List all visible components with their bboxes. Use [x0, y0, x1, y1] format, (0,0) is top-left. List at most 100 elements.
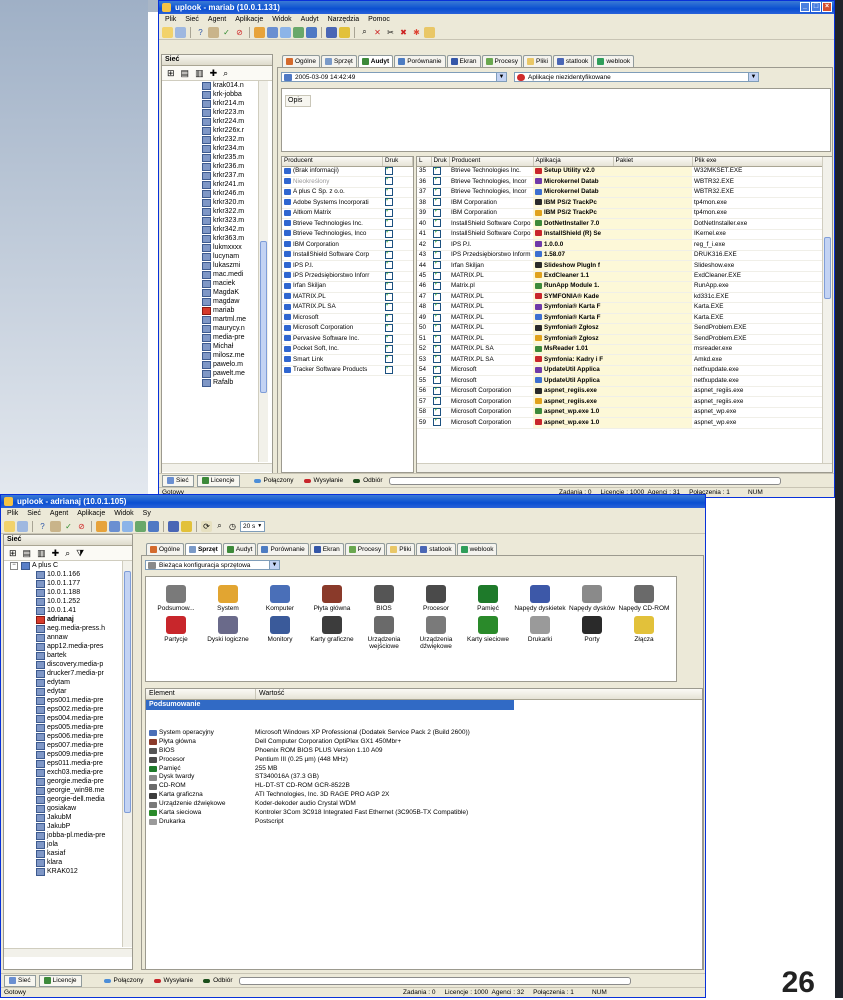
menu-widok[interactable]: Widok — [114, 510, 133, 517]
tree-item[interactable]: edytar — [36, 687, 132, 696]
tree-item[interactable]: KRAK012 — [36, 867, 132, 876]
application-row[interactable]: 36 Btrieve Technologies, Incor Microkernel… — [417, 176, 822, 188]
hardware-category[interactable]: Podsumow... — [150, 585, 202, 612]
tab-porownanie[interactable]: Porównanie — [257, 543, 309, 555]
print-checkbox[interactable] — [384, 261, 393, 270]
tab-ekran[interactable]: Ekran — [446, 55, 481, 67]
print-checkbox[interactable] — [433, 229, 441, 238]
tree-item[interactable]: kasiaf — [36, 849, 132, 858]
print-checkbox[interactable] — [433, 198, 441, 207]
connect-icon[interactable]: ✓ — [63, 521, 74, 532]
find-icon[interactable]: ⌕ — [223, 68, 228, 79]
chevron-down-icon[interactable]: ▼ — [496, 73, 506, 81]
report-icon[interactable] — [181, 520, 192, 532]
print-checkbox[interactable] — [433, 219, 441, 228]
group-icon[interactable]: ⊞ — [9, 548, 17, 559]
bottom-tab-licencje[interactable]: Licencje — [196, 474, 240, 487]
tree-item[interactable]: georgie.media-pre — [36, 777, 132, 786]
producer-row[interactable]: MATRIX.PL SA — [282, 302, 413, 314]
tree-item[interactable]: 10.0.1.41 — [36, 606, 132, 615]
properties-icon[interactable] — [175, 26, 186, 38]
send-icon[interactable] — [280, 26, 291, 38]
chart-icon[interactable] — [326, 26, 337, 38]
help-icon[interactable]: ? — [195, 27, 206, 38]
print-checkbox[interactable] — [433, 344, 441, 353]
bottom-tab-licencje[interactable]: Licencje — [38, 974, 82, 987]
tree-scrollbar[interactable] — [122, 561, 132, 947]
menu-plik[interactable]: Plik — [165, 16, 176, 23]
application-row[interactable]: 51 MATRIX.PL Symfonia® Zgłosz SendProblem.E… — [417, 334, 822, 345]
hardware-category[interactable]: Złącza — [618, 616, 670, 650]
producer-row[interactable]: IPS P.I. — [282, 260, 413, 272]
apps-scrollbar[interactable] — [822, 157, 832, 463]
hardware-category[interactable]: Karty graficzne — [306, 616, 358, 650]
filter-icon[interactable]: ⧩ — [76, 548, 84, 559]
col-producent[interactable]: Producent — [282, 157, 383, 167]
remove-icon[interactable]: ✖ — [398, 27, 409, 38]
connect-icon[interactable]: ✓ — [221, 27, 232, 38]
new-icon[interactable] — [4, 520, 15, 532]
menu-aplikacje[interactable]: Aplikacje — [77, 510, 105, 517]
timer-icon[interactable]: ◷ — [227, 521, 238, 532]
maximize-button[interactable]: □ — [811, 2, 821, 12]
application-row[interactable]: 37 Btrieve Technologies, Incor Microkernel… — [417, 187, 822, 199]
print-checkbox[interactable] — [384, 365, 393, 374]
tree-item[interactable]: 10.0.1.252 — [36, 597, 132, 606]
print-checkbox[interactable] — [384, 355, 393, 364]
application-row[interactable]: 38 IBM Corporation IBM PS/2 TrackPc tp4mon.… — [417, 197, 822, 209]
hardware-category[interactable]: Karty sieciowe — [462, 616, 514, 650]
tree-scroll-thumb[interactable] — [124, 571, 131, 813]
help-icon[interactable]: ? — [37, 521, 48, 532]
hardware-category[interactable]: System — [202, 585, 254, 612]
producer-row[interactable]: Tracker Software Products — [282, 365, 413, 377]
summary-header[interactable]: Podsumowanie — [146, 700, 514, 710]
hardware-category[interactable]: BIOS — [358, 585, 410, 612]
application-row[interactable]: 52 MATRIX.PL SA MsReader 1.01 msreader.exe — [417, 344, 822, 356]
producer-row[interactable]: IBM Corporation — [282, 239, 413, 251]
list-icon[interactable]: ▤ — [23, 548, 32, 559]
tab-statlook[interactable]: statlook — [552, 55, 593, 67]
menu-agent[interactable]: Agent — [50, 510, 68, 517]
print-checkbox[interactable] — [433, 240, 441, 249]
producer-row[interactable]: A plus C Sp. z o.o. — [282, 187, 413, 199]
top-titlebar[interactable]: uplook - mariab (10.0.1.131) _ □ × — [159, 1, 834, 14]
print-checkbox[interactable] — [433, 282, 441, 291]
hardware-category[interactable]: Płyta główna — [306, 585, 358, 612]
close-button[interactable]: × — [822, 2, 832, 12]
hardware-category[interactable]: Napędy dysków — [566, 585, 618, 612]
tree-scrollbar[interactable] — [258, 81, 268, 462]
application-row[interactable]: 54 Microsoft UpdateUtil Applica netfxupdate… — [417, 365, 822, 377]
summary-row[interactable]: Dysk twardy ST340016A (37.3 GB) — [149, 773, 649, 782]
tree-item[interactable]: klara — [36, 858, 132, 867]
print-checkbox[interactable] — [384, 177, 393, 186]
print-checkbox[interactable] — [433, 397, 441, 406]
tab-weblook[interactable]: weblook — [456, 543, 498, 555]
print-checkbox[interactable] — [433, 407, 441, 416]
tree-item[interactable]: 10.0.1.166 — [36, 570, 132, 579]
print-checkbox[interactable] — [433, 187, 441, 196]
col-aplikacja[interactable]: Aplikacja — [533, 157, 614, 167]
bottom-tab-siec[interactable]: Sieć — [162, 474, 194, 487]
print-checkbox[interactable] — [433, 208, 441, 217]
hardware-category[interactable]: Monitory — [254, 616, 306, 650]
menu-plik[interactable]: Plik — [7, 510, 18, 517]
tab-audyt[interactable]: Audyt — [222, 543, 257, 555]
tree-item[interactable]: jola — [36, 840, 132, 849]
tree-hscrollbar[interactable] — [162, 463, 272, 472]
delete-icon[interactable]: ✕ — [372, 27, 383, 38]
application-row[interactable]: 45 MATRIX.PL ExdCleaner 1.1 ExdCleaner.EXE — [417, 271, 822, 283]
search-icon[interactable]: ⌕ — [214, 521, 225, 532]
menu-widok[interactable]: Widok — [272, 16, 291, 23]
agent-icon[interactable] — [254, 26, 265, 38]
remote-icon[interactable] — [109, 520, 120, 532]
hardware-category[interactable]: Urządzenia dźwiękowe — [410, 616, 462, 650]
bottom-tab-siec[interactable]: Sieć — [4, 974, 36, 987]
tree-item[interactable]: adrianaj — [36, 615, 132, 624]
stop-icon[interactable]: ⊘ — [234, 27, 245, 38]
summary-row[interactable]: Pamięć 255 MB — [149, 765, 649, 774]
print-checkbox[interactable] — [384, 250, 393, 259]
producer-row[interactable]: InstallShield Software Corp — [282, 250, 413, 262]
print-checkbox[interactable] — [384, 167, 393, 175]
network-icon[interactable] — [293, 26, 304, 38]
tab-procesy[interactable]: Procesy — [344, 543, 386, 555]
